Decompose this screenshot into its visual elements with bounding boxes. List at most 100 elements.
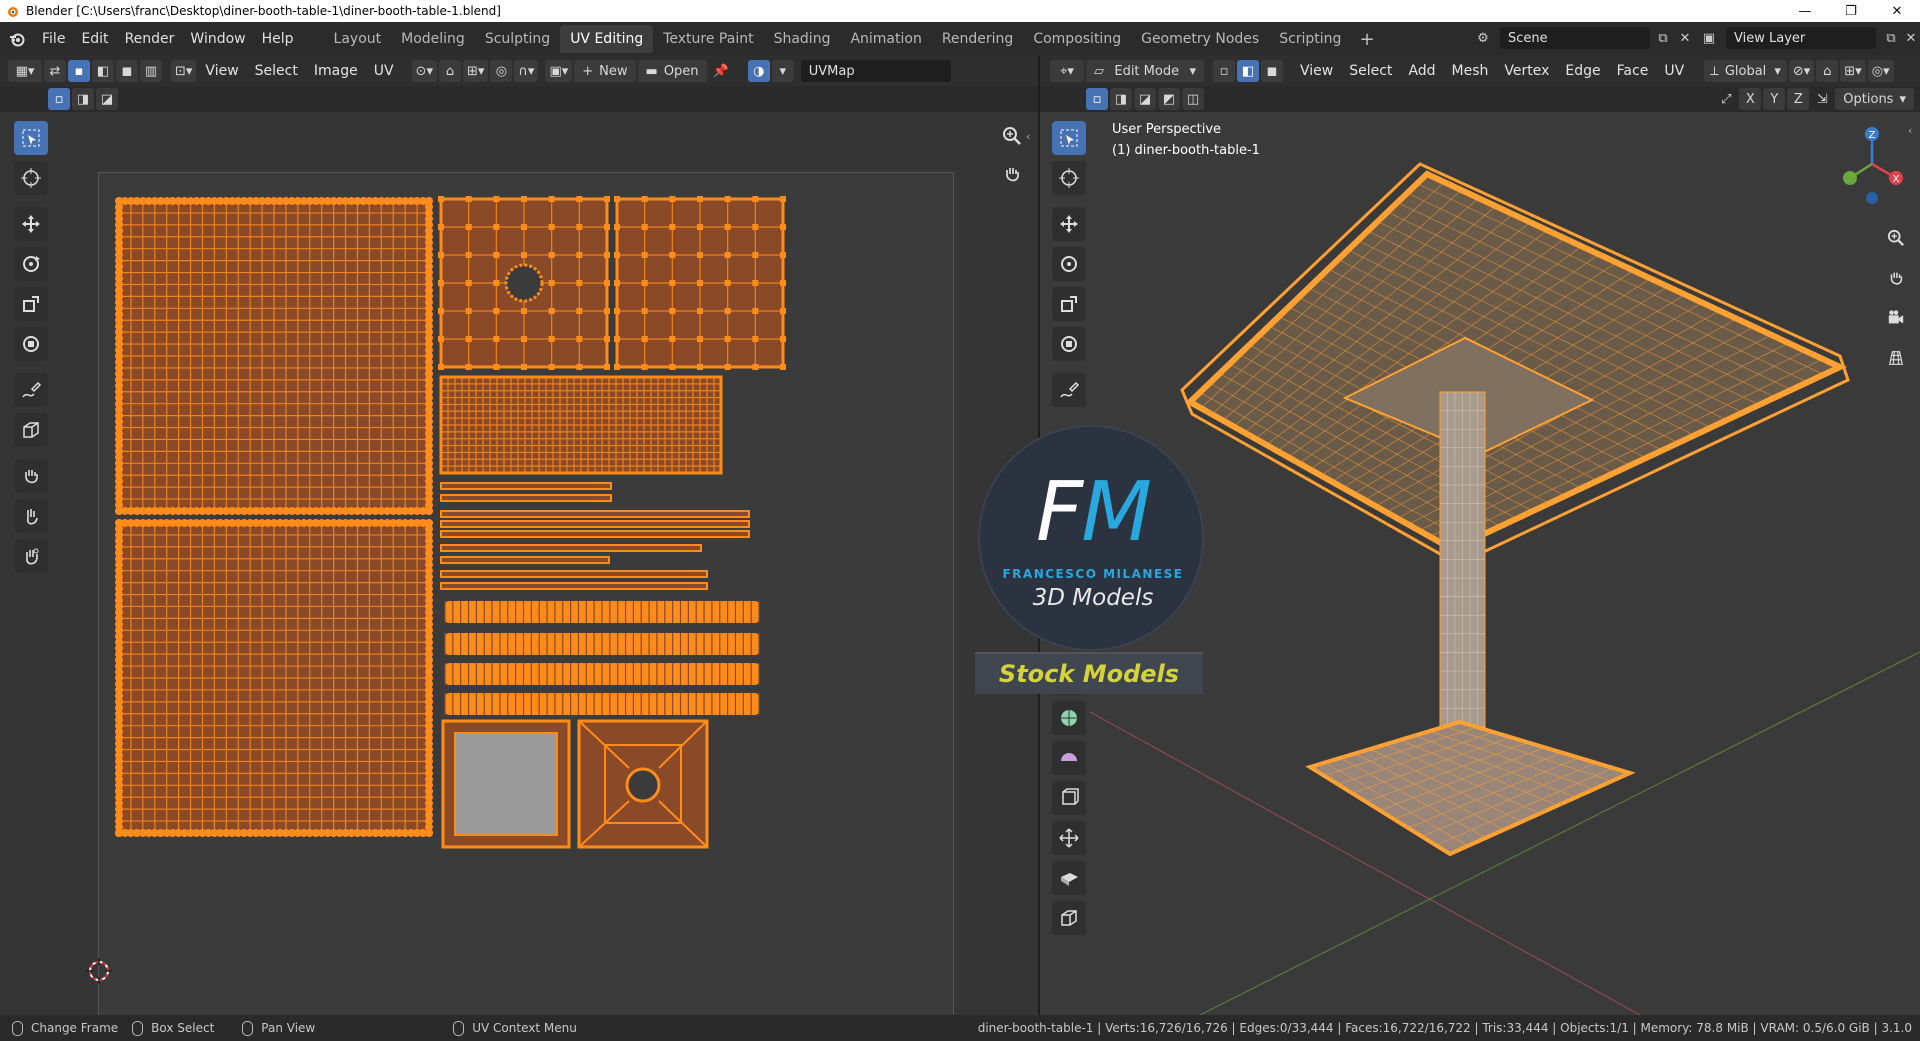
uv-menu-uv[interactable]: UV [366,63,402,79]
pivot-point-icon[interactable]: ⊘▾ [1788,60,1815,82]
island-select-icon[interactable]: ▥ [140,60,162,82]
sync-selection-icon[interactable]: ⇄ [44,60,66,82]
axis-z-toggle[interactable]: Z [1787,88,1810,110]
vp-transform-tool-icon[interactable] [1052,327,1086,361]
select-mode-new-icon[interactable]: ▫ [48,88,70,110]
tab-scripting[interactable]: Scripting [1269,25,1351,53]
view-layer-field[interactable]: View Layer [1726,27,1876,49]
pan-hand-icon[interactable] [1000,162,1024,186]
tab-sculpting[interactable]: Sculpting [475,25,560,53]
vp-move-tool-icon[interactable] [1052,207,1086,241]
annotate-tool-icon[interactable] [14,373,48,407]
add-workspace-button[interactable]: + [1351,29,1382,50]
menu-help[interactable]: Help [254,22,302,56]
vertex-mode-icon[interactable]: ▫ [1213,60,1235,82]
snap-icon[interactable]: ⌂ [438,60,461,82]
vp-zoom-icon[interactable] [1882,224,1910,252]
vp-rotate-tool-icon[interactable] [1052,247,1086,281]
uv-menu-select[interactable]: Select [247,63,306,79]
tab-uv-editing[interactable]: UV Editing [560,25,654,53]
tab-animation[interactable]: Animation [840,25,931,53]
shear-tool-icon[interactable] [1052,861,1086,895]
uv-menu-image[interactable]: Image [306,63,366,79]
uv-canvas[interactable] [98,172,954,1026]
vp-menu-select[interactable]: Select [1341,63,1400,79]
vp-menu-edge[interactable]: Edge [1557,63,1608,79]
overlay-dropdown-icon[interactable]: ▾ [771,60,794,82]
spin-tool-icon[interactable] [1052,741,1086,775]
camera-view-icon[interactable] [1882,304,1910,332]
vertex-select-icon[interactable]: ▪ [68,60,90,82]
perspective-toggle-icon[interactable] [1882,344,1910,372]
image-browse-icon[interactable]: ▣▾ [545,60,573,82]
rip-tool-icon[interactable] [14,413,48,447]
pinch-tool-icon[interactable] [14,539,48,573]
editor-type-icon[interactable]: ▦▾ [8,60,42,82]
neg-z-axis-icon[interactable] [1866,192,1878,204]
rip-region-tool-icon[interactable] [1052,901,1086,935]
y-axis-icon[interactable] [1843,171,1857,185]
sticky-selection-icon[interactable]: ⊡▾ [171,60,197,82]
remove-view-layer-icon[interactable]: ✕ [1896,27,1920,49]
vp-pan-icon[interactable] [1882,264,1910,292]
tab-texture-paint[interactable]: Texture Paint [653,25,763,53]
vp-select-new-icon[interactable]: ▫ [1086,88,1108,110]
vp-menu-view[interactable]: View [1292,63,1341,79]
relax-tool-icon[interactable] [14,499,48,533]
close-button[interactable]: ✕ [1874,0,1920,22]
orientation-selector[interactable]: ⟂ Global ▾ [1704,60,1787,82]
face-select-icon[interactable]: ◼ [116,60,138,82]
select-box-tool-icon[interactable] [14,121,48,155]
scene-name-field[interactable]: Scene [1500,27,1650,49]
move-tool-icon[interactable] [14,207,48,241]
mode-selector[interactable]: ▱ Edit Mode ▾ [1086,60,1204,82]
vp-sidebar-toggle-icon[interactable]: ‹ [1908,124,1912,137]
axis-x-toggle[interactable]: X [1739,88,1762,110]
new-image-button[interactable]: + New [574,60,636,82]
scene-selector-icon[interactable]: ⚙ [1468,27,1498,49]
maximize-button[interactable]: ❐ [1828,0,1874,22]
tab-shading[interactable]: Shading [764,25,841,53]
vp-menu-vertex[interactable]: Vertex [1496,63,1557,79]
uv-2d-cursor-icon[interactable] [84,956,114,990]
snap-increment-icon[interactable]: ⊞▾ [1840,60,1866,82]
vp-menu-uv[interactable]: UV [1656,63,1692,79]
viewport-editor-type-icon[interactable]: ⌖▾ [1050,60,1084,82]
vp-select-subtract-icon[interactable]: ◪ [1134,88,1156,110]
proportional-edit-icon[interactable]: ◎ [490,60,513,82]
vp-scale-tool-icon[interactable] [1052,287,1086,321]
shrink-fatten-tool-icon[interactable] [1052,821,1086,855]
menu-render[interactable]: Render [117,22,183,56]
tab-compositing[interactable]: Compositing [1023,25,1131,53]
snap-target-icon[interactable]: ⊞▾ [462,60,489,82]
vp-select-extend-icon[interactable]: ◨ [1110,88,1132,110]
edge-select-icon[interactable]: ◧ [92,60,114,82]
menu-file[interactable]: File [34,22,73,56]
rotate-tool-icon[interactable] [14,247,48,281]
uvmap-field[interactable]: UVMap [800,60,951,82]
pivot-icon[interactable]: ⊙▾ [411,60,437,82]
select-mode-extend-icon[interactable]: ◨ [72,88,94,110]
proportional-icon[interactable]: ◎▾ [1867,60,1894,82]
face-mode-icon[interactable]: ◼ [1261,60,1283,82]
select-mode-subtract-icon[interactable]: ◪ [96,88,118,110]
pin-icon[interactable]: 📌 [709,60,733,82]
scale-tool-icon[interactable] [14,287,48,321]
snap-magnet-icon[interactable]: ⌂ [1816,60,1839,82]
grab-tool-icon[interactable] [14,459,48,493]
view-layer-icon[interactable]: ▣ [1694,27,1724,49]
falloff-icon[interactable]: ∩▾ [514,60,539,82]
menu-window[interactable]: Window [182,22,253,56]
tab-rendering[interactable]: Rendering [932,25,1024,53]
vp-menu-add[interactable]: Add [1400,63,1443,79]
vp-menu-mesh[interactable]: Mesh [1444,63,1497,79]
vp-annotate-tool-icon[interactable] [1052,373,1086,407]
auto-merge-icon[interactable]: ⇲ [1811,88,1833,110]
vp-cursor-tool-icon[interactable] [1052,161,1086,195]
overlay-icon[interactable]: ◑ [747,60,770,82]
cursor-tool-icon[interactable] [14,161,48,195]
vp-select-tool-icon[interactable] [1052,121,1086,155]
mirror-icon[interactable]: ⤢ [1715,88,1737,110]
zoom-icon[interactable] [1000,124,1024,148]
navigation-gizmo[interactable]: Z X [1832,124,1912,204]
